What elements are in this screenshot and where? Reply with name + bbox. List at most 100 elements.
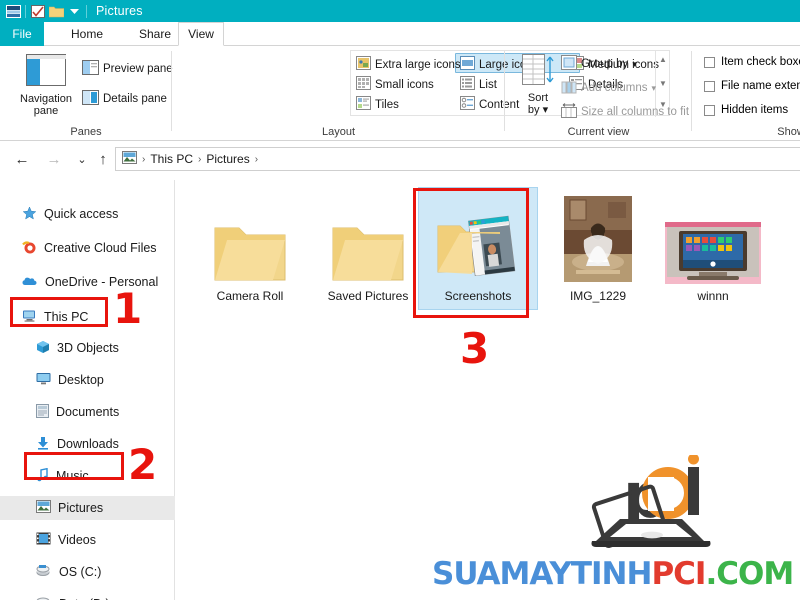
address-path-field[interactable]: › This PC › Pictures › (115, 147, 800, 171)
file-list-view[interactable]: Camera Roll Saved Pictures Screenshots I… (176, 180, 800, 600)
music-icon (36, 467, 49, 485)
title-bar: Pictures (0, 0, 800, 22)
up-button[interactable]: ↑ (93, 149, 113, 169)
watermark-text: SUAMAYTINHPCI.COM (432, 556, 794, 592)
content-icon (460, 96, 475, 113)
sidebar-label-os-c: OS (C:) (59, 565, 102, 579)
sidebar-label-this-pc: This PC (44, 310, 89, 324)
add-columns-icon (561, 79, 577, 97)
desktop-icon (36, 372, 51, 388)
details-pane-button[interactable]: Details pane (82, 90, 167, 108)
folder-preview-icon (419, 196, 537, 284)
creative-cloud-icon (22, 240, 37, 257)
tab-home[interactable]: Home (57, 22, 117, 46)
sidebar-item-creative-cloud-files[interactable]: Creative Cloud Files (0, 236, 175, 260)
preview-pane-button[interactable]: Preview pane (82, 60, 173, 78)
file-item-img-1229[interactable]: IMG_1229 (539, 196, 657, 303)
navigation-pane-icon (26, 54, 66, 90)
file-name-img-1229: IMG_1229 (569, 289, 627, 303)
folder-icon (191, 196, 309, 284)
sidebar-item-quick-access[interactable]: Quick access (0, 202, 175, 226)
sidebar-item-data-d[interactable]: Data (D:) (0, 592, 175, 600)
annotation-number-1: 1 (113, 284, 143, 333)
image-thumbnail (654, 196, 772, 284)
qat-divider-2 (86, 4, 87, 18)
add-columns-chevron-icon[interactable]: ▾ (651, 83, 656, 94)
sidebar-label-3d-objects: 3D Objects (57, 341, 119, 355)
properties-icon[interactable] (29, 3, 47, 19)
group-by-chevron-icon[interactable]: ▾ (632, 59, 637, 70)
ribbon-group-label-current-view: Current view (567, 126, 630, 138)
layout-label-small-icons: Small icons (375, 78, 434, 91)
sidebar-item-documents[interactable]: Documents (0, 400, 175, 424)
file-item-camera-roll[interactable]: Camera Roll (191, 196, 309, 303)
file-item-screenshots[interactable]: Screenshots (418, 187, 538, 310)
sidebar-item-3d-objects[interactable]: 3D Objects (0, 336, 175, 360)
sidebar-item-this-pc[interactable]: This PC (0, 305, 175, 329)
sidebar-label-videos: Videos (58, 533, 96, 547)
folder-icon (309, 196, 427, 284)
layout-label-tiles: Tiles (375, 98, 399, 111)
drive-icon (36, 596, 52, 600)
ribbon: Navigation pane Preview pane Details pan… (0, 46, 800, 141)
navigation-pane: Quick access Creative Cloud Files OneDri… (0, 180, 175, 600)
tab-share[interactable]: Share (125, 22, 185, 46)
file-name-extensions-checkbox[interactable] (704, 80, 715, 92)
file-item-saved-pictures[interactable]: Saved Pictures (309, 196, 427, 303)
hidden-items-option[interactable]: Hidden items (704, 104, 788, 116)
explorer-icon[interactable] (4, 3, 22, 19)
details-pane-icon (82, 90, 99, 108)
sidebar-label-pictures: Pictures (58, 501, 104, 515)
layout-option-list[interactable]: List (460, 76, 497, 93)
file-name-extensions-option[interactable]: File name extensions (704, 80, 800, 92)
tab-view[interactable]: View (178, 22, 224, 46)
customize-chevron-icon[interactable] (65, 3, 83, 19)
sidebar-item-desktop[interactable]: Desktop (0, 368, 175, 392)
navigation-pane-button[interactable]: Navigation pane (10, 54, 82, 118)
hidden-items-checkbox[interactable] (704, 104, 715, 116)
add-columns-button[interactable]: Add columns ▾ (561, 79, 656, 97)
item-check-boxes-option[interactable]: Item check boxes (704, 56, 800, 68)
size-all-columns-button[interactable]: Size all columns to fit (561, 103, 689, 121)
file-item-winnn[interactable]: winnn (654, 196, 772, 303)
breadcrumb-separator-1: › (198, 153, 202, 165)
layout-option-tiles[interactable]: Tiles (356, 96, 399, 113)
ribbon-group-label-show-hide: Show/h (777, 126, 800, 138)
sidebar-item-videos[interactable]: Videos (0, 528, 175, 552)
layout-option-small-icons[interactable]: Small icons (356, 76, 434, 93)
ribbon-group-label-panes: Panes (70, 126, 102, 138)
small-icons-icon (356, 76, 371, 93)
ribbon-group-layout: Extra large icons Large icons Medium ico… (172, 46, 670, 140)
videos-icon (36, 532, 51, 548)
file-name-camera-roll: Camera Roll (216, 289, 284, 303)
recent-locations-button[interactable]: ⌄ (72, 149, 92, 169)
downloads-icon (36, 436, 50, 453)
back-button[interactable]: ← (12, 149, 32, 169)
navigation-pane-label-line1: Navigation (20, 92, 72, 105)
sort-by-button[interactable]: Sort by ▾ (515, 54, 561, 117)
file-name-winnn: winnn (697, 289, 729, 303)
ribbon-tab-strip: File Home Share View (0, 22, 800, 46)
window-title: Pictures (96, 4, 143, 18)
pictures-icon (36, 500, 51, 516)
preview-pane-label: Preview pane (103, 63, 173, 75)
item-check-boxes-checkbox[interactable] (704, 56, 715, 68)
layout-option-extra-large-icons[interactable]: Extra large icons (356, 56, 461, 73)
drive-icon (36, 564, 52, 580)
tab-file[interactable]: File (0, 22, 44, 46)
ribbon-group-panes: Navigation pane Preview pane Details pan… (0, 46, 173, 140)
breadcrumb-pictures[interactable]: Pictures (206, 152, 249, 166)
file-name-saved-pictures: Saved Pictures (327, 289, 409, 303)
sidebar-item-pictures[interactable]: Pictures (0, 496, 175, 520)
sort-by-label-line2: by ▾ (527, 104, 549, 117)
pictures-icon (122, 151, 137, 167)
sidebar-item-onedrive[interactable]: OneDrive - Personal (0, 270, 175, 294)
sidebar-label-downloads: Downloads (57, 437, 119, 451)
forward-button[interactable]: → (44, 149, 64, 169)
group-by-button[interactable]: Group by ▾ (561, 55, 637, 73)
annotation-number-2: 2 (128, 440, 158, 489)
breadcrumb-this-pc[interactable]: This PC (150, 152, 193, 166)
large-icons-icon (460, 56, 475, 73)
new-folder-icon[interactable] (47, 3, 65, 19)
sidebar-item-os-c[interactable]: OS (C:) (0, 560, 175, 584)
